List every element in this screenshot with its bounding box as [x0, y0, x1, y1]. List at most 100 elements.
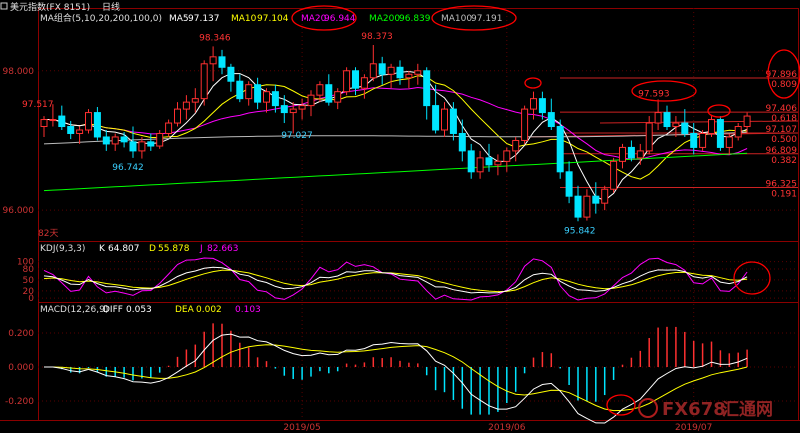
stock-chart: 97.8960.80997.4060.61897.1070.50096.8090…: [0, 1, 800, 433]
candle-body: [521, 108, 529, 141]
ma10-value: 97.104: [257, 14, 289, 24]
candle-body: [414, 70, 422, 75]
fx678-logo-icon: [638, 398, 658, 418]
fib-pct-label: 0.809: [771, 80, 797, 90]
candle-body: [369, 63, 377, 79]
candle-body: [343, 70, 351, 93]
kdj-cross-circle: [733, 261, 771, 295]
candle-body: [708, 119, 715, 134]
candle-body: [289, 108, 297, 114]
candle-body: [405, 73, 413, 79]
candle-body: [476, 157, 484, 173]
macd-lines: [44, 333, 748, 424]
ma5-value: 97.137: [188, 14, 220, 24]
candle-body: [538, 98, 546, 114]
candle-body: [271, 91, 279, 107]
kdj-legend: KDJ(9,3,3) K 64.807 D 55.878 J 82.663: [40, 244, 239, 254]
fx678-watermark: FX678 汇通网: [638, 398, 773, 420]
fib-price-label: 97.896: [766, 70, 798, 80]
candle-body: [245, 84, 253, 100]
price-label: 97.027: [281, 131, 313, 141]
price-tick-label: 96.000: [3, 206, 35, 216]
candle-body: [378, 63, 386, 75]
candle-body: [423, 70, 431, 107]
candle-body: [610, 160, 618, 190]
resistance-line: [599, 120, 799, 124]
candle-body: [120, 136, 128, 143]
fib-pct-label: 0.382: [771, 156, 797, 166]
candle-body: [334, 91, 342, 103]
candle-body: [129, 141, 137, 152]
candle-body: [458, 132, 466, 152]
ma20-value: 96.944: [324, 14, 356, 24]
kdj-tick-label: 80: [23, 265, 35, 275]
candle-body: [218, 56, 226, 68]
ma200-line: [43, 152, 748, 192]
macd-legend: MACD(12,26,9) DIFF 0.053 DEA 0.002 0.103: [40, 305, 261, 315]
menu-icon[interactable]: [0, 2, 8, 10]
candle-body: [174, 108, 181, 124]
kdj-k-line: [43, 266, 748, 294]
candle-body: [654, 112, 662, 124]
kdj-j-value: 82.663: [207, 244, 239, 254]
time-tick-label: 2019/05: [283, 423, 320, 433]
kdj-j-line: [43, 257, 748, 301]
watermark-logo: FX678: [662, 399, 726, 420]
ma10-label: MA10: [231, 14, 257, 24]
kdj-j-label: J: [199, 244, 203, 254]
candle-body: [209, 56, 217, 65]
candle-body: [191, 98, 199, 103]
candle-body: [565, 171, 573, 197]
macd-tick-label: 0.200: [8, 329, 34, 339]
ma200-value: 96.839: [399, 14, 431, 24]
candle-body: [49, 119, 57, 122]
candle-body: [254, 84, 262, 103]
macd-tick-label: -0.200: [5, 397, 34, 407]
price-label: 96.742: [112, 163, 144, 173]
price-tick-label: 98.000: [3, 67, 35, 77]
price-label: 82天: [38, 229, 58, 239]
fib-pct-label: 0.191: [771, 189, 797, 199]
title-bar: 美元指数(FX 8151) 日线: [0, 1, 120, 13]
candle-body: [67, 126, 75, 134]
price-label: 98.346: [199, 34, 231, 44]
candle-body: [156, 132, 164, 147]
peak-circle: [524, 77, 542, 89]
candle-body: [583, 195, 591, 218]
kdj-d-label: D: [149, 244, 156, 254]
ma5-label: MA5: [169, 14, 189, 24]
candle-body: [147, 141, 155, 147]
candle-body: [138, 141, 146, 152]
candle-body: [102, 136, 110, 145]
candle-body: [627, 146, 635, 159]
macd-label: MACD(12,26,9): [40, 305, 108, 315]
kdj-label: KDJ(9,3,3): [40, 244, 85, 254]
candle-body: [325, 84, 333, 103]
macd-diff-value: 0.053: [126, 305, 152, 315]
candle-body: [734, 126, 742, 138]
macd-value: 0.103: [235, 305, 261, 315]
recent-high-circle: [707, 104, 731, 118]
candle-body: [512, 139, 520, 152]
candle-body: [263, 91, 270, 103]
candle-body: [111, 136, 119, 145]
macd-dea-label: DEA: [175, 305, 195, 315]
candle-body: [360, 77, 368, 89]
kdj-d-value: 55.878: [158, 244, 190, 254]
candle-body: [298, 105, 306, 110]
fib-pct-label: 0.618: [771, 114, 797, 124]
price-label: 95.842: [564, 226, 596, 236]
candle-body: [556, 126, 564, 173]
candle-body: [236, 80, 244, 100]
price-label: 97.517: [22, 100, 54, 110]
candle-body: [681, 122, 689, 134]
period-label[interactable]: 日线: [102, 1, 120, 13]
candle-body: [619, 146, 626, 162]
macd-tick-label: 0.000: [8, 363, 34, 373]
fib-price-label: 96.809: [766, 146, 798, 156]
macd-diff-label: DIFF: [103, 305, 123, 315]
fib-price-label: 96.325: [766, 179, 798, 189]
candle-body: [494, 160, 502, 166]
candle-body: [396, 66, 404, 79]
candle-body: [40, 119, 48, 128]
